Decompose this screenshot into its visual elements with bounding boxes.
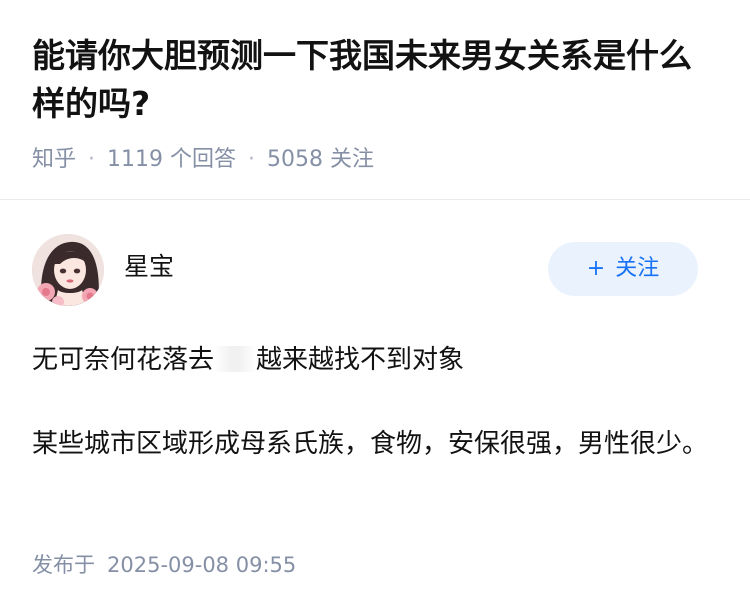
blurred-gap xyxy=(214,346,257,372)
section-divider xyxy=(0,199,750,200)
author-name[interactable]: 星宝 xyxy=(124,250,174,284)
question-title[interactable]: 能请你大胆预测一下我国未来男女关系是什么样的吗? xyxy=(32,32,722,128)
follower-count: 5058 xyxy=(267,147,324,172)
question-meta: 知乎 · 1119 个回答 · 5058 关注 xyxy=(32,146,374,174)
follow-button[interactable]: + 关注 xyxy=(548,242,698,296)
published-time: 2025-09-08 09:55 xyxy=(107,553,297,577)
author-row: 星宝 + 关注 xyxy=(32,234,718,306)
source-label[interactable]: 知乎 xyxy=(32,147,76,172)
answer-text-part2: 越来越找不到对象 xyxy=(256,345,465,375)
separator-dot: · xyxy=(248,147,256,172)
avatar-illustration-icon xyxy=(32,234,104,306)
published-info: 发布于 2025-09-08 09:55 xyxy=(32,550,296,580)
answer-count: 1119 xyxy=(107,147,164,172)
plus-icon: + xyxy=(586,256,606,281)
follower-count-label: 关注 xyxy=(330,147,375,172)
published-label: 发布于 xyxy=(32,553,95,577)
avatar[interactable] xyxy=(32,234,104,306)
answer-count-label: 个回答 xyxy=(170,147,237,172)
separator-dot: · xyxy=(88,147,96,172)
answer-paragraph: 无可奈何花落去 越来越找不到对象 xyxy=(32,338,718,382)
follow-button-label: 关注 xyxy=(615,256,660,281)
answer-text-part1: 无可奈何花落去 xyxy=(32,345,215,375)
answer-content: 无可奈何花落去 越来越找不到对象 某些城市区域形成母系氏族，食物，安保很强，男性很… xyxy=(32,338,718,466)
answer-paragraph: 某些城市区域形成母系氏族，食物，安保很强，男性很少。 xyxy=(32,429,709,459)
